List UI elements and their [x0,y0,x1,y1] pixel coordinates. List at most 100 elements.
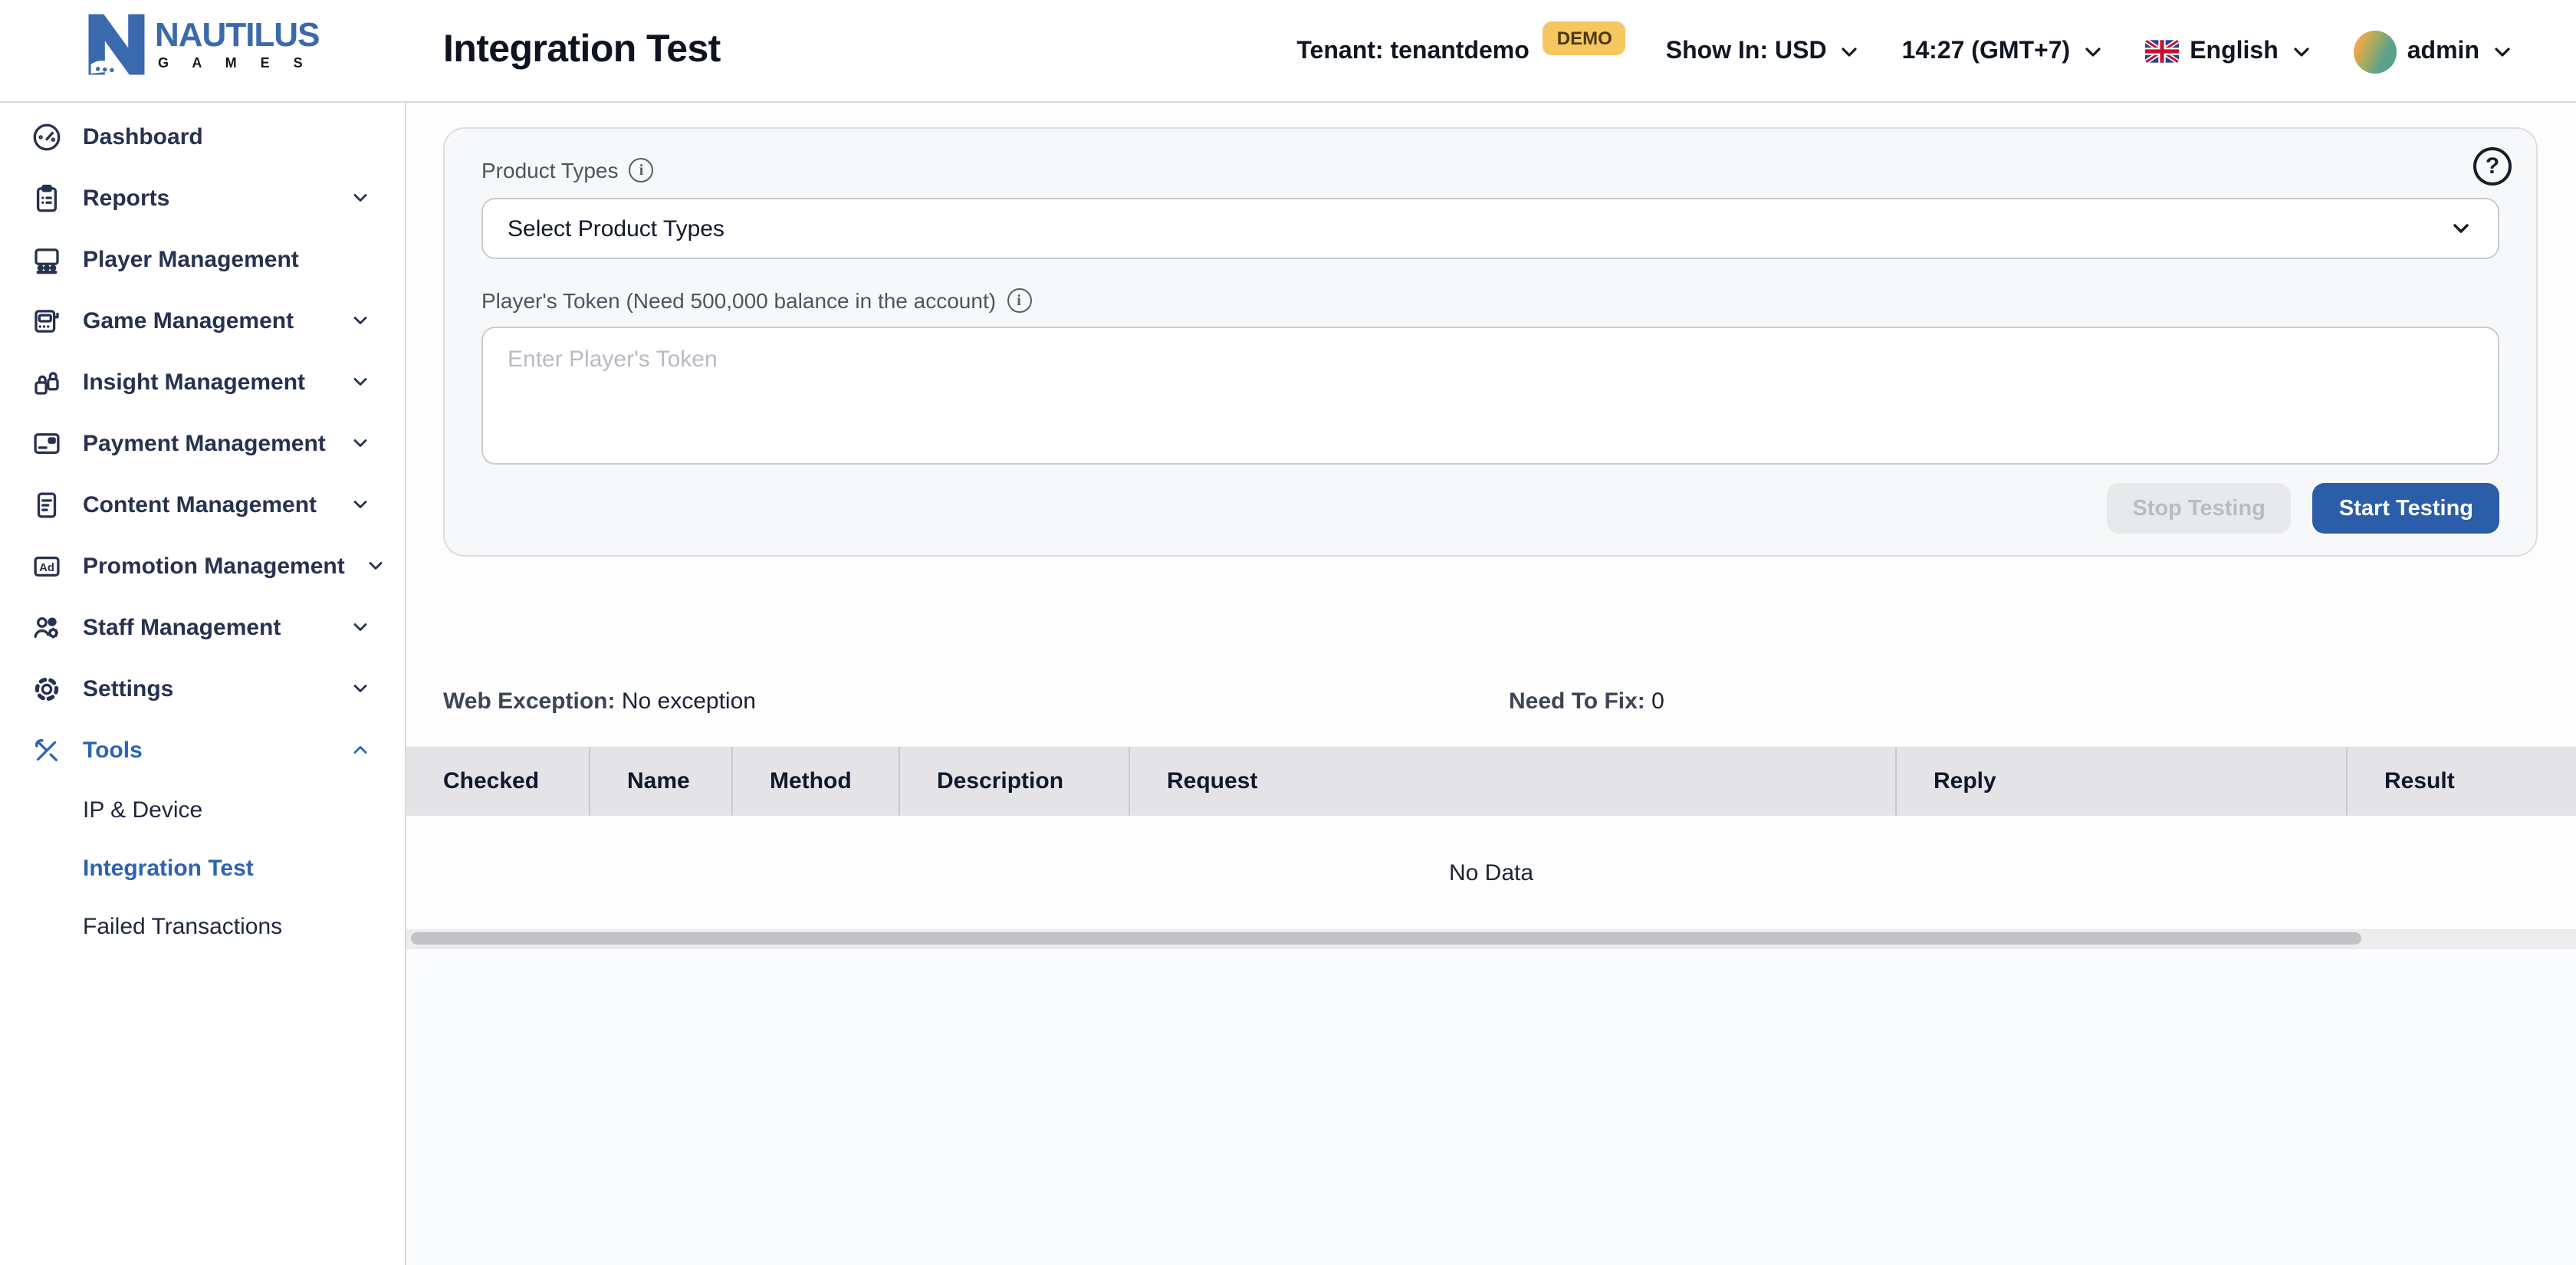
player-token-label: Player's Token (Need 500,000 balance in … [481,288,2499,313]
header-controls: Tenant: tenantdemo DEMO Show In: USD 14:… [1296,0,2515,103]
chevron-down-icon [350,678,371,699]
chevron-down-icon [2289,39,2314,64]
brand-logo[interactable]: NAUTILUS G A M E S [87,12,319,77]
username-label: admin [2407,38,2479,65]
clipboard-icon [31,182,63,214]
chevron-down-icon [350,616,371,638]
product-types-select-value: Select Product Types [508,215,2449,242]
sidebar-item-content-management[interactable]: Content Management [0,474,405,535]
start-testing-button[interactable]: Start Testing [2313,483,2499,534]
sidebar-item-payment-management[interactable]: Payment Management [0,412,405,474]
chevron-down-icon [365,555,386,577]
column-header-description: Description [900,747,1130,816]
players-icon [31,243,63,275]
app-root: NAUTILUS G A M E S Integration Test Tena… [0,0,2576,1265]
column-header-reply: Reply [1897,747,2348,816]
player-token-input[interactable] [481,327,2499,465]
tenant-indicator: Tenant: tenantdemo DEMO [1296,34,1625,68]
top-header: NAUTILUS G A M E S Integration Test Tena… [0,0,2576,103]
status-row: Web Exception: No exception Need To Fix:… [406,688,2576,731]
ad-icon: Ad [31,550,63,582]
svg-text:Ad: Ad [39,561,54,573]
chevron-up-icon [350,739,371,761]
sidebar-item-label: Tools [83,737,330,763]
sidebar-item-label: Game Management [83,307,330,334]
language-dropdown[interactable]: English [2145,38,2314,65]
demo-badge: DEMO [1543,21,1626,54]
sidebar-item-label: Content Management [83,491,330,518]
results-table-header: CheckedNameMethodDescriptionRequestReply… [406,747,2576,816]
column-header-request: Request [1130,747,1897,816]
sidebar-item-label: Reports [83,185,330,211]
sidebar-item-label: Player Management [83,246,371,272]
timezone-dropdown[interactable]: 14:27 (GMT+7) [1902,38,2106,65]
column-header-result: Result [2348,747,2576,816]
sidebar-subitem-failed-transactions[interactable]: Failed Transactions [0,897,405,955]
uk-flag-icon [2145,40,2179,63]
gear-icon [31,672,63,705]
brand-subname: G A M E S [158,57,319,71]
column-header-method: Method [733,747,900,816]
product-types-label: Product Types i [481,158,2499,182]
sidebar-item-dashboard[interactable]: Dashboard [0,106,405,167]
chevron-down-icon [2449,216,2473,241]
web-exception-status: Web Exception: No exception [443,688,756,715]
chevron-down-icon [350,432,371,454]
sidebar-item-label: Insight Management [83,369,330,395]
user-menu[interactable]: admin [2354,30,2515,73]
sidebar-item-tools[interactable]: Tools [0,719,405,780]
sidebar-subitem-ip-device[interactable]: IP & Device [0,780,405,839]
column-header-checked: Checked [406,747,590,816]
sidebar-item-game-management[interactable]: Game Management [0,290,405,351]
chevron-down-icon [2490,39,2515,64]
sidebar-item-label: Payment Management [83,430,330,456]
sidebar-item-label: Settings [83,675,330,702]
sidebar-item-insight-management[interactable]: Insight Management [0,351,405,412]
sidebar-item-settings[interactable]: Settings [0,658,405,719]
sidebar-item-label: Dashboard [83,123,371,150]
nautilus-logo-icon [87,12,146,77]
sidebar-subitem-integration-test[interactable]: Integration Test [0,839,405,897]
staff-gear-icon [31,611,63,643]
time-label: 14:27 (GMT+7) [1902,38,2071,65]
chevron-down-icon [1838,39,1862,64]
results-table: CheckedNameMethodDescriptionRequestReply… [406,747,2576,929]
results-table-body: No Data [406,816,2576,929]
no-data-message: No Data [406,859,2576,886]
gauge-icon [31,120,63,153]
language-label: English [2190,38,2279,65]
need-to-fix-status: Need To Fix: 0 [1509,688,1664,715]
chevron-down-icon [2081,39,2105,64]
sidebar-item-promotion-management[interactable]: Ad Promotion Management [0,535,405,596]
chevron-down-icon [350,310,371,331]
info-icon[interactable]: i [629,158,654,182]
currency-dropdown[interactable]: Show In: USD [1666,38,1862,65]
sidebar-item-label: Promotion Management [83,553,345,579]
credit-card-icon [31,427,63,459]
stop-testing-button[interactable]: Stop Testing [2106,483,2291,534]
brand-name: NAUTILUS [155,18,319,52]
page-title: Integration Test [443,28,721,72]
horizontal-scrollbar-thumb[interactable] [411,932,2361,945]
sidebar-item-reports[interactable]: Reports [0,167,405,228]
sidebar-nav: Dashboard Reports Player Management Game Ma… [0,103,406,1265]
sidebar-item-label: Staff Management [83,614,330,640]
column-header-name: Name [590,747,733,816]
integration-test-panel: ? Product Types i Select Product Types P… [443,127,2538,557]
slot-machine-icon [31,304,63,337]
tenant-label: Tenant: tenantdemo [1296,38,1529,65]
sidebar-item-staff-management[interactable]: Staff Management [0,596,405,658]
chevron-down-icon [350,494,371,515]
help-icon[interactable]: ? [2473,147,2512,186]
chevron-down-icon [350,371,371,393]
product-types-select[interactable]: Select Product Types [481,198,2499,259]
avatar [2354,30,2397,73]
sidebar-item-player-management[interactable]: Player Management [0,228,405,290]
info-icon[interactable]: i [1007,288,1031,313]
main-content: ? Product Types i Select Product Types P… [406,103,2576,1265]
document-icon [31,488,63,521]
currency-label: Show In: USD [1666,38,1827,65]
packages-icon [31,366,63,398]
horizontal-scrollbar-track[interactable] [406,929,2576,948]
chevron-down-icon [350,187,371,209]
